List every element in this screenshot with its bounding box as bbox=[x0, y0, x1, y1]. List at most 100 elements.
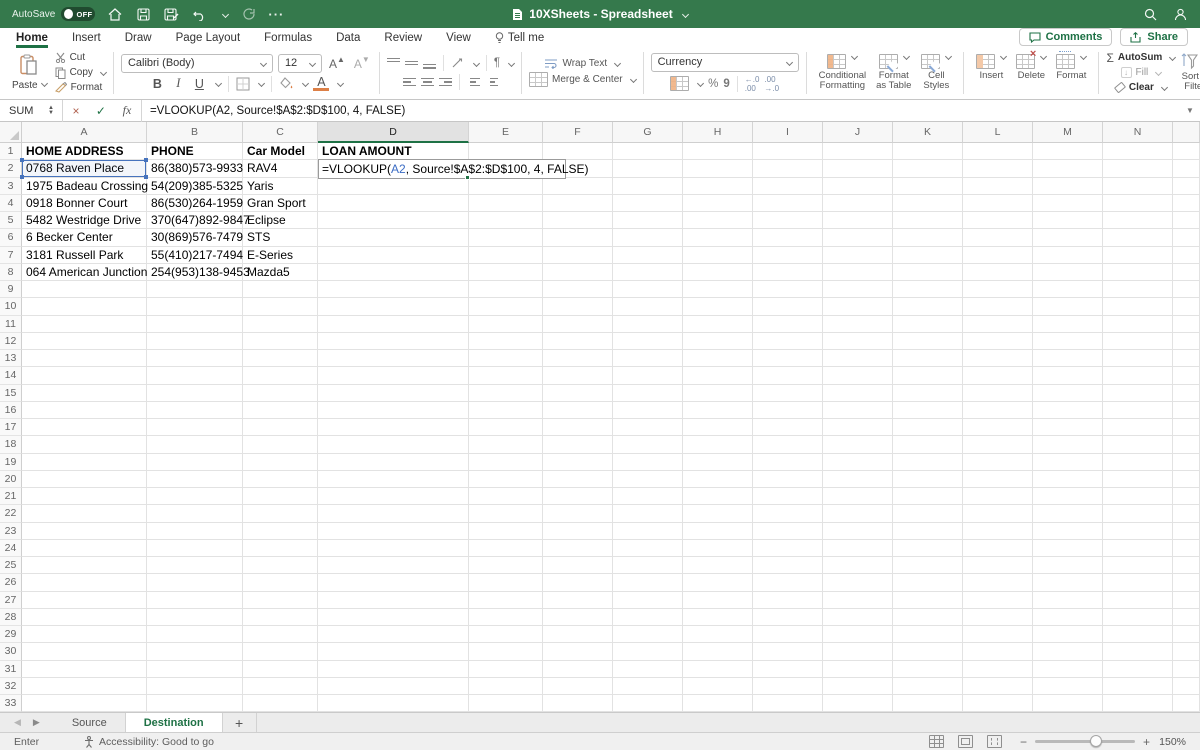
cell-editor-D2[interactable]: =VLOOKUP(A2, Source!$A$2:$D$100, 4, FALS… bbox=[318, 159, 589, 179]
cell-C8[interactable]: Mazda5 bbox=[243, 263, 318, 281]
cell-B20[interactable] bbox=[147, 470, 243, 488]
zoom-slider[interactable] bbox=[1034, 735, 1135, 747]
cell-M32[interactable] bbox=[1033, 677, 1103, 695]
cell-N32[interactable] bbox=[1103, 677, 1173, 695]
cell-partial-8[interactable] bbox=[1173, 263, 1200, 281]
increase-font-button[interactable]: A▲ bbox=[327, 55, 347, 71]
cell-E32[interactable] bbox=[469, 677, 543, 695]
copy-button[interactable]: Copy bbox=[55, 66, 107, 80]
cell-I7[interactable] bbox=[753, 246, 823, 264]
cell-M26[interactable] bbox=[1033, 574, 1103, 592]
row-header-28[interactable]: 28 bbox=[0, 608, 22, 626]
cell-J12[interactable] bbox=[823, 332, 893, 350]
cell-L1[interactable] bbox=[963, 143, 1033, 161]
cell-C9[interactable] bbox=[243, 281, 318, 299]
cell-H10[interactable] bbox=[683, 298, 753, 316]
column-header-J[interactable]: J bbox=[823, 122, 893, 143]
cell-D13[interactable] bbox=[318, 350, 469, 368]
cell-E6[interactable] bbox=[469, 229, 543, 247]
cell-A23[interactable] bbox=[22, 522, 147, 540]
cell-E22[interactable] bbox=[469, 505, 543, 523]
cell-C20[interactable] bbox=[243, 470, 318, 488]
cell-A18[interactable] bbox=[22, 436, 147, 454]
cell-C14[interactable] bbox=[243, 367, 318, 385]
cell-J30[interactable] bbox=[823, 643, 893, 661]
search-icon[interactable] bbox=[1142, 6, 1158, 22]
cell-N19[interactable] bbox=[1103, 453, 1173, 471]
accounting-format-icon[interactable] bbox=[670, 76, 690, 91]
fill-color-icon[interactable] bbox=[279, 77, 294, 90]
cell-K5[interactable] bbox=[893, 212, 963, 230]
cell-L14[interactable] bbox=[963, 367, 1033, 385]
cell-L13[interactable] bbox=[963, 350, 1033, 368]
cell-F19[interactable] bbox=[543, 453, 613, 471]
undo-icon[interactable] bbox=[191, 6, 207, 22]
cell-B28[interactable] bbox=[147, 608, 243, 626]
cell-N7[interactable] bbox=[1103, 246, 1173, 264]
cell-J15[interactable] bbox=[823, 384, 893, 402]
cell-K17[interactable] bbox=[893, 419, 963, 437]
accessibility-status[interactable]: Accessibility: Good to go bbox=[84, 735, 214, 748]
percent-style-button[interactable]: % bbox=[708, 78, 718, 90]
copy-chevron-icon[interactable] bbox=[99, 68, 107, 77]
cell-E26[interactable] bbox=[469, 574, 543, 592]
font-color-chevron-icon[interactable] bbox=[337, 79, 345, 88]
cell-G27[interactable] bbox=[613, 591, 683, 609]
cell-H1[interactable] bbox=[683, 143, 753, 161]
cell-B19[interactable] bbox=[147, 453, 243, 471]
cell-H30[interactable] bbox=[683, 643, 753, 661]
tab-home[interactable]: Home bbox=[16, 32, 48, 48]
cell-L15[interactable] bbox=[963, 384, 1033, 402]
row-header-4[interactable]: 4 bbox=[0, 194, 22, 212]
cell-D18[interactable] bbox=[318, 436, 469, 454]
cell-J11[interactable] bbox=[823, 315, 893, 333]
cell-partial-27[interactable] bbox=[1173, 591, 1200, 609]
underline-chevron-icon[interactable] bbox=[215, 79, 223, 88]
conditional-formatting-button[interactable]: Conditional Formatting bbox=[814, 52, 872, 92]
cell-M19[interactable] bbox=[1033, 453, 1103, 471]
cell-M4[interactable] bbox=[1033, 194, 1103, 212]
cell-G15[interactable] bbox=[613, 384, 683, 402]
cell-H6[interactable] bbox=[683, 229, 753, 247]
home-icon[interactable] bbox=[107, 6, 123, 22]
cell-K29[interactable] bbox=[893, 626, 963, 644]
cell-M33[interactable] bbox=[1033, 695, 1103, 712]
accounting-chevron-icon[interactable] bbox=[697, 79, 705, 88]
cell-C31[interactable] bbox=[243, 660, 318, 678]
cell-B9[interactable] bbox=[147, 281, 243, 299]
cell-J18[interactable] bbox=[823, 436, 893, 454]
cell-I12[interactable] bbox=[753, 332, 823, 350]
column-header-M[interactable]: M bbox=[1033, 122, 1103, 143]
cell-partial-4[interactable] bbox=[1173, 194, 1200, 212]
cell-F32[interactable] bbox=[543, 677, 613, 695]
row-header-29[interactable]: 29 bbox=[0, 626, 22, 644]
cell-A20[interactable] bbox=[22, 470, 147, 488]
cell-N24[interactable] bbox=[1103, 539, 1173, 557]
cell-B27[interactable] bbox=[147, 591, 243, 609]
cell-H13[interactable] bbox=[683, 350, 753, 368]
cell-A26[interactable] bbox=[22, 574, 147, 592]
row-header-18[interactable]: 18 bbox=[0, 436, 22, 454]
cell-partial-9[interactable] bbox=[1173, 281, 1200, 299]
cell-G3[interactable] bbox=[613, 177, 683, 195]
cell-B11[interactable] bbox=[147, 315, 243, 333]
cell-A29[interactable] bbox=[22, 626, 147, 644]
cell-J24[interactable] bbox=[823, 539, 893, 557]
cell-J21[interactable] bbox=[823, 488, 893, 506]
cell-B7[interactable]: 55(410)217-7494 bbox=[147, 246, 243, 264]
cell-D29[interactable] bbox=[318, 626, 469, 644]
cell-I32[interactable] bbox=[753, 677, 823, 695]
cell-D16[interactable] bbox=[318, 401, 469, 419]
cell-D26[interactable] bbox=[318, 574, 469, 592]
cell-A9[interactable] bbox=[22, 281, 147, 299]
row-header-6[interactable]: 6 bbox=[0, 229, 22, 247]
cell-partial-15[interactable] bbox=[1173, 384, 1200, 402]
cell-E28[interactable] bbox=[469, 608, 543, 626]
cell-F24[interactable] bbox=[543, 539, 613, 557]
cell-H2[interactable] bbox=[683, 160, 753, 178]
cell-N33[interactable] bbox=[1103, 695, 1173, 712]
cell-B4[interactable]: 86(530)264-1959 bbox=[147, 194, 243, 212]
cell-I10[interactable] bbox=[753, 298, 823, 316]
cell-D5[interactable] bbox=[318, 212, 469, 230]
cell-I21[interactable] bbox=[753, 488, 823, 506]
